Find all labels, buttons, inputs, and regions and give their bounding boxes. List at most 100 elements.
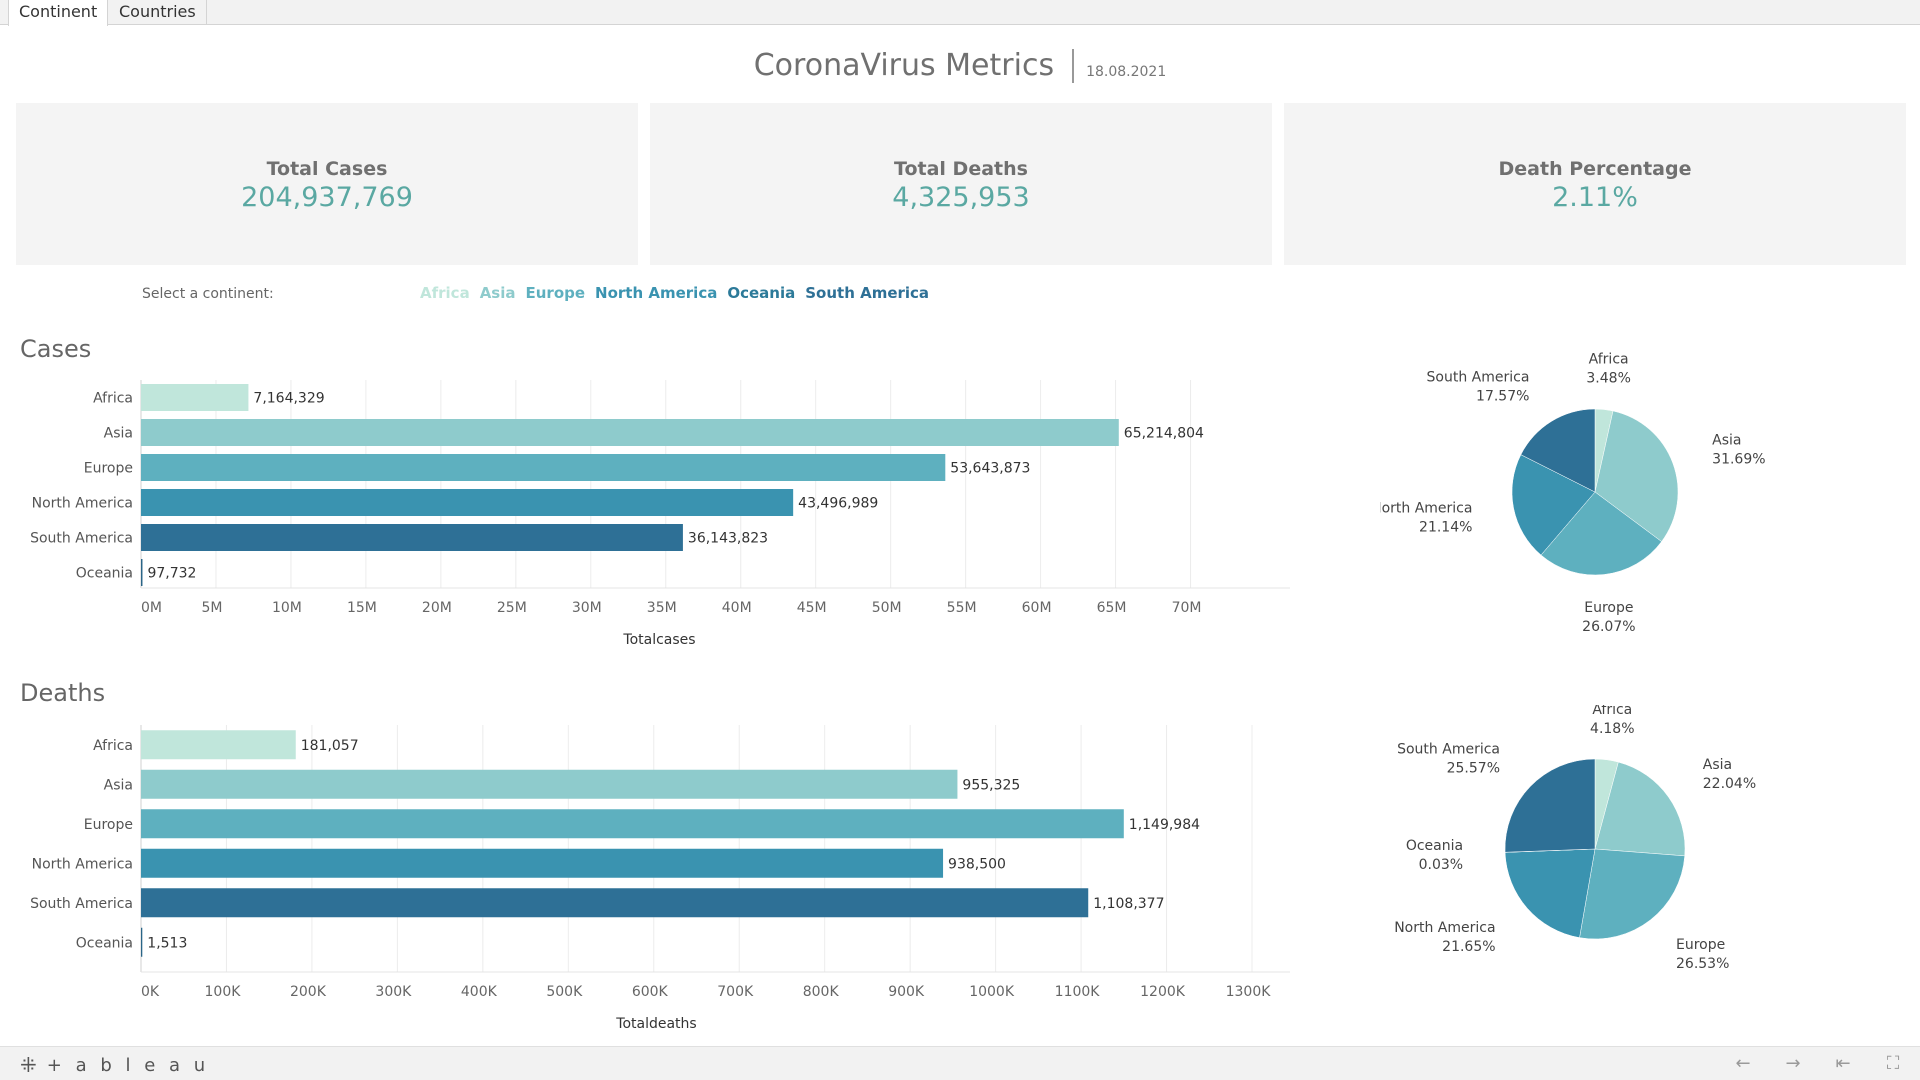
kpi-value: 2.11% bbox=[1552, 182, 1638, 213]
pie-label-percent: 31.69% bbox=[1712, 451, 1765, 467]
tableau-logo-icon: ⁜ bbox=[20, 1053, 41, 1077]
x-tick-label: 50M bbox=[872, 600, 902, 616]
bar-europe[interactable] bbox=[141, 454, 946, 481]
deaths-bar-chart: 0K 100K 200K 300K 400K 500K 600K 700K 800K 900K 10… bbox=[30, 725, 1290, 1030]
x-tick-label: 20M bbox=[422, 600, 452, 616]
x-tick-label: 700K bbox=[717, 984, 754, 1000]
y-category-label: South America bbox=[30, 896, 133, 912]
kpi-total-cases: Total Cases 204,937,769 bbox=[16, 103, 638, 265]
section-title-cases: Cases bbox=[20, 335, 92, 363]
x-tick-label: 800K bbox=[803, 984, 840, 1000]
y-category-label: Africa bbox=[93, 738, 133, 754]
x-tick-label: 1100K bbox=[1055, 984, 1101, 1000]
kpi-value: 4,325,953 bbox=[892, 182, 1030, 213]
kpi-total-deaths: Total Deaths 4,325,953 bbox=[650, 103, 1272, 265]
x-tick-label: 200K bbox=[290, 984, 327, 1000]
bar-value-label: 65,214,804 bbox=[1124, 426, 1204, 442]
bar-value-label: 97,732 bbox=[147, 566, 196, 582]
pie-slice-europe[interactable] bbox=[1579, 848, 1686, 940]
x-axis-title: Totaldeaths bbox=[615, 1016, 696, 1030]
x-tick-label: 0K bbox=[141, 984, 160, 1000]
continent-filter: Select a continent: Africa Asia Europe N… bbox=[0, 284, 1920, 306]
filter-option-asia[interactable]: Asia bbox=[480, 284, 516, 302]
deaths-pie-chart: Africa 4.18% Asia 22.04% Europe 26.53% North A… bbox=[1394, 705, 1756, 972]
pie-label-percent: 25.57% bbox=[1447, 760, 1500, 776]
bar-value-label: 938,500 bbox=[948, 856, 1006, 872]
filter-option-south-america[interactable]: South America bbox=[805, 284, 929, 302]
y-category-label: Asia bbox=[104, 426, 133, 442]
section-title-deaths: Deaths bbox=[20, 679, 106, 707]
bar-asia[interactable] bbox=[141, 419, 1119, 446]
x-tick-label: 40M bbox=[722, 600, 752, 616]
filter-options: Africa Asia Europe North America Oceania… bbox=[420, 284, 929, 302]
bar-south-america[interactable] bbox=[141, 888, 1089, 918]
x-tick-label: 1200K bbox=[1140, 984, 1186, 1000]
bar-north-america[interactable] bbox=[141, 848, 944, 878]
filter-option-europe[interactable]: Europe bbox=[526, 284, 586, 302]
x-tick-label: 1300K bbox=[1226, 984, 1272, 1000]
x-tick-label: 30M bbox=[572, 600, 602, 616]
x-tick-label: 70M bbox=[1172, 600, 1202, 616]
bar-oceania[interactable] bbox=[141, 559, 143, 586]
tab-continent[interactable]: Continent bbox=[8, 0, 109, 26]
bar-value-label: 53,643,873 bbox=[950, 461, 1030, 477]
x-tick-label: 300K bbox=[375, 984, 412, 1000]
bar-africa[interactable] bbox=[141, 730, 296, 760]
pie-label-name: Europe bbox=[1584, 600, 1633, 616]
filter-option-north-america[interactable]: North America bbox=[595, 284, 717, 302]
pie-label-percent: 26.07% bbox=[1582, 619, 1635, 635]
x-tick-label: 60M bbox=[1022, 600, 1052, 616]
x-tick-label: 65M bbox=[1097, 600, 1127, 616]
pie-label-percent: 21.65% bbox=[1442, 939, 1495, 955]
pie-label-percent: 3.48% bbox=[1586, 371, 1630, 387]
filter-option-oceania[interactable]: Oceania bbox=[727, 284, 795, 302]
x-tick-label: 15M bbox=[347, 600, 377, 616]
pie-label-name: Oceania bbox=[1406, 838, 1463, 854]
bar-value-label: 7,164,329 bbox=[253, 391, 324, 407]
bar-asia[interactable] bbox=[141, 769, 958, 799]
x-axis-title: Totalcases bbox=[622, 632, 695, 648]
x-tick-label: 100K bbox=[205, 984, 242, 1000]
y-category-label: South America bbox=[30, 531, 133, 547]
pie-label-name: North America bbox=[1380, 501, 1472, 517]
pie-label-name: Africa bbox=[1592, 705, 1632, 718]
tab-countries[interactable]: Countries bbox=[109, 0, 207, 25]
y-category-label: Oceania bbox=[76, 566, 133, 582]
pie-label-percent: 17.57% bbox=[1476, 389, 1529, 405]
fullscreen-icon[interactable]: ⛶ bbox=[1881, 1054, 1905, 1074]
undo-icon[interactable]: ← bbox=[1731, 1054, 1755, 1074]
filter-option-africa[interactable]: Africa bbox=[420, 284, 470, 302]
pie-label-name: North America bbox=[1394, 920, 1495, 936]
pie-label-percent: 4.18% bbox=[1590, 721, 1634, 737]
bar-europe[interactable] bbox=[141, 809, 1124, 839]
bar-oceania[interactable] bbox=[141, 927, 143, 957]
kpi-value: 204,937,769 bbox=[241, 182, 413, 213]
redo-icon[interactable]: → bbox=[1781, 1054, 1805, 1074]
x-tick-label: 0M bbox=[141, 600, 162, 616]
x-tick-label: 900K bbox=[888, 984, 925, 1000]
bar-south-america[interactable] bbox=[141, 524, 683, 551]
kpi-label: Death Percentage bbox=[1498, 158, 1692, 180]
x-tick-label: 5M bbox=[201, 600, 222, 616]
x-tick-label: 600K bbox=[632, 984, 669, 1000]
bar-north-america[interactable] bbox=[141, 489, 794, 516]
bar-value-label: 1,513 bbox=[147, 935, 187, 951]
bar-africa[interactable] bbox=[141, 384, 249, 411]
pie-slice-south-america[interactable] bbox=[1504, 758, 1596, 853]
x-tick-label: 500K bbox=[546, 984, 583, 1000]
y-category-label: North America bbox=[32, 496, 133, 512]
x-tick-label: 55M bbox=[947, 600, 977, 616]
kpi-death-percentage: Death Percentage 2.11% bbox=[1284, 103, 1906, 265]
kpi-label: Total Deaths bbox=[894, 158, 1028, 180]
footer-toolbar: ⁜ + a b l e a u ← → ⇤ ⛶ bbox=[0, 1046, 1920, 1080]
bar-value-label: 955,325 bbox=[962, 777, 1020, 793]
pie-label-name: Asia bbox=[1703, 757, 1732, 773]
title-separator bbox=[1072, 48, 1075, 83]
revert-icon[interactable]: ⇤ bbox=[1831, 1054, 1855, 1074]
pie-label-percent: 22.04% bbox=[1703, 776, 1756, 792]
y-category-label: Europe bbox=[84, 461, 133, 477]
pie-slice-north-america[interactable] bbox=[1504, 848, 1596, 938]
x-tick-label: 45M bbox=[797, 600, 827, 616]
pie-label-name: South America bbox=[1427, 370, 1530, 386]
tableau-logo[interactable]: ⁜ + a b l e a u bbox=[20, 1053, 209, 1077]
